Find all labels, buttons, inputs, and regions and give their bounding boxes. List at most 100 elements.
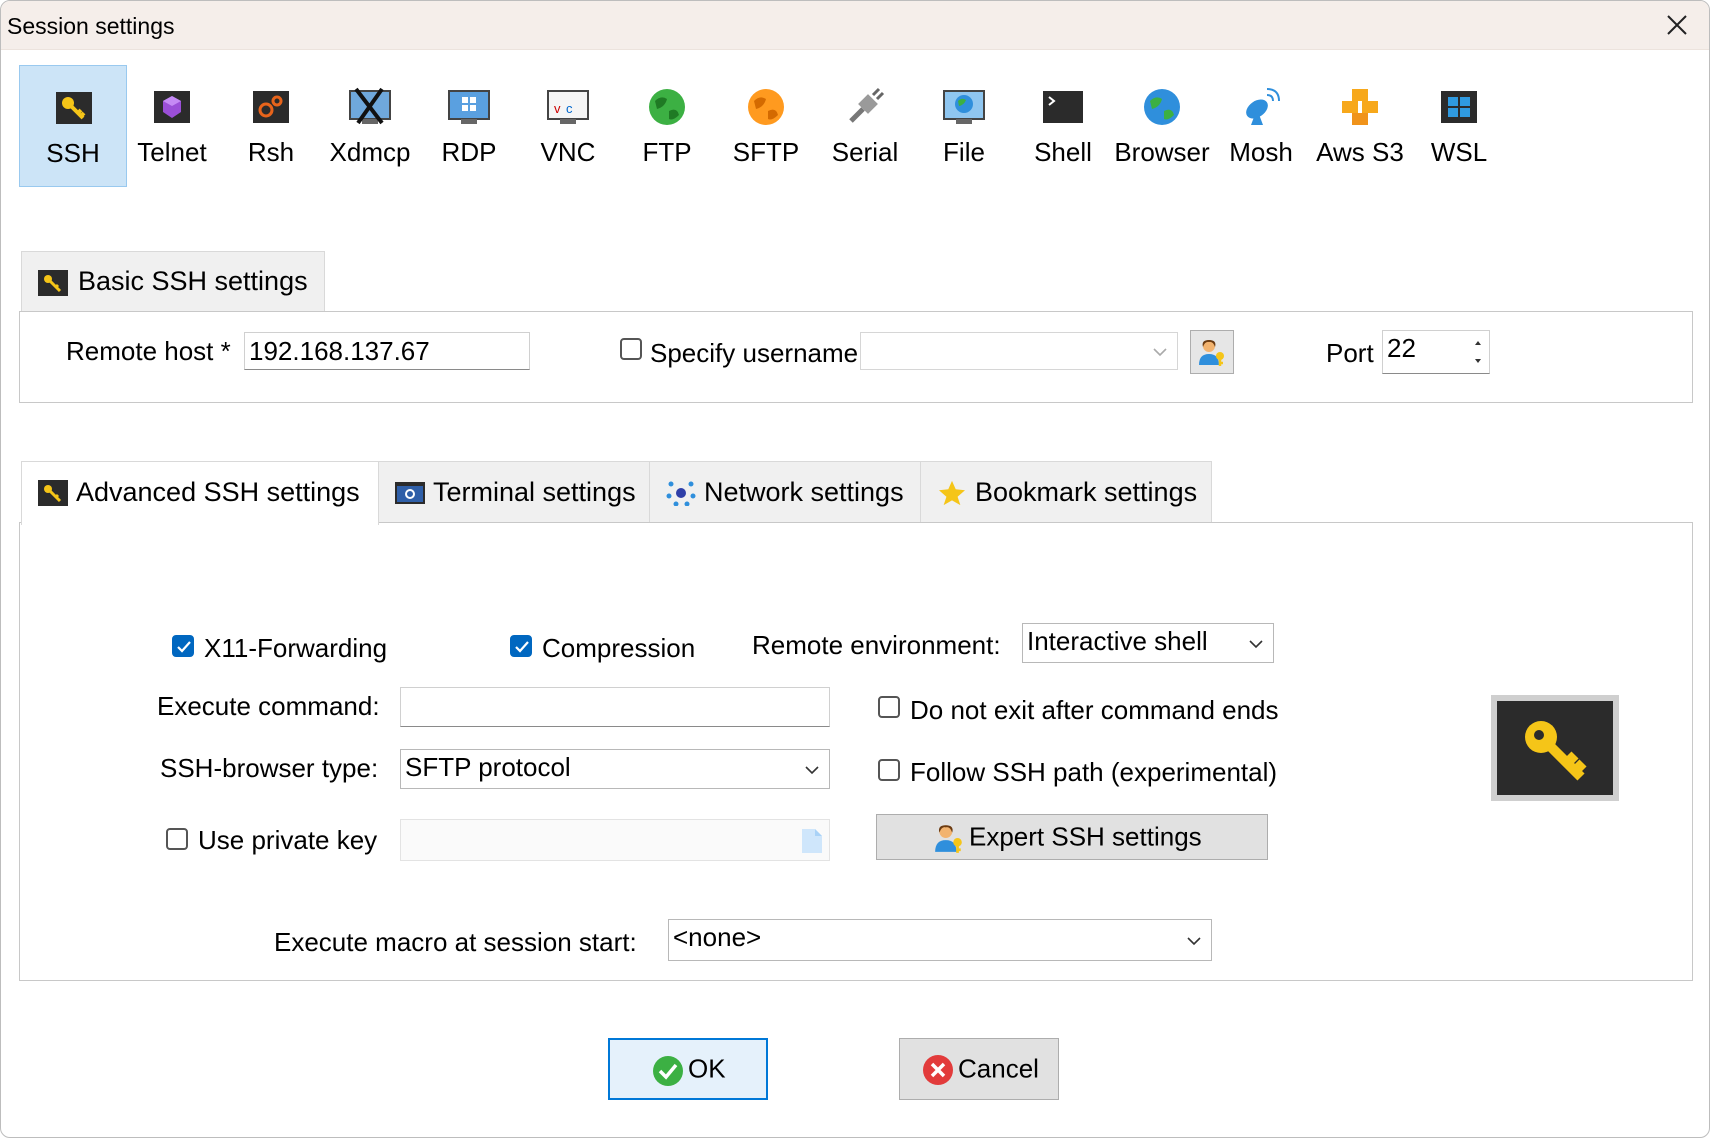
session-type-mosh[interactable]: Mosh bbox=[1207, 65, 1315, 187]
tab-advanced-ssh-settings[interactable]: Advanced SSH settings bbox=[21, 461, 379, 525]
expert-ssh-settings-label: Expert SSH settings bbox=[969, 821, 1202, 852]
ssh-browser-type-label: SSH-browser type: bbox=[160, 753, 379, 783]
execute-command-input[interactable] bbox=[400, 687, 830, 727]
expert-ssh-settings-button[interactable]: Expert SSH settings bbox=[876, 814, 1268, 860]
chevron-down-icon bbox=[1249, 640, 1263, 649]
session-type-ssh[interactable]: SSH bbox=[19, 65, 127, 187]
session-type-browser[interactable]: Browser bbox=[1108, 65, 1216, 187]
rsh-icon bbox=[253, 91, 289, 123]
private-key-path-input[interactable] bbox=[400, 819, 830, 861]
tab-label: Advanced SSH settings bbox=[76, 477, 360, 507]
session-type-label: VNC bbox=[540, 137, 596, 167]
mosh-satellite-icon bbox=[1246, 88, 1280, 125]
cancel-label: Cancel bbox=[958, 1053, 1039, 1084]
session-type-label: WSL bbox=[1430, 137, 1488, 167]
session-type-label: Aws S3 bbox=[1316, 137, 1404, 167]
checkmark-icon bbox=[515, 641, 529, 653]
ssh-browser-type-value: SFTP protocol bbox=[405, 752, 571, 782]
session-type-aws-s3[interactable]: Aws S3 bbox=[1306, 65, 1414, 187]
advanced-settings-panel: X11-Forwarding Compression Remote enviro… bbox=[19, 522, 1693, 981]
chevron-down-icon bbox=[1187, 937, 1201, 946]
session-type-telnet[interactable]: Telnet bbox=[118, 65, 226, 187]
port-label: Port bbox=[1326, 338, 1374, 368]
session-type-label: FTP bbox=[642, 137, 692, 167]
remote-host-input[interactable] bbox=[244, 332, 530, 370]
session-type-ftp[interactable]: FTP bbox=[613, 65, 721, 187]
tab-label: Basic SSH settings bbox=[78, 266, 308, 296]
telnet-icon bbox=[154, 91, 190, 123]
spinner-arrows-icon[interactable] bbox=[1473, 337, 1483, 367]
session-type-label: File bbox=[943, 137, 985, 167]
session-type-serial[interactable]: Serial bbox=[811, 65, 919, 187]
remote-environment-select[interactable]: Interactive shell bbox=[1022, 623, 1274, 663]
port-spinner[interactable]: 22 bbox=[1382, 330, 1490, 374]
execute-macro-select[interactable]: <none> bbox=[668, 919, 1212, 961]
session-type-xdmcp[interactable]: Xdmcp bbox=[316, 65, 424, 187]
session-type-label: Shell bbox=[1034, 137, 1092, 167]
execute-macro-label: Execute macro at session start: bbox=[274, 927, 637, 957]
session-type-label: Telnet bbox=[137, 137, 207, 167]
svg-text:v: v bbox=[554, 101, 561, 116]
compression-label: Compression bbox=[542, 633, 696, 663]
browser-globe-icon bbox=[1144, 89, 1180, 125]
checkmark-icon bbox=[177, 641, 191, 653]
session-type-label: Browser bbox=[1114, 137, 1210, 167]
ssh-key-icon bbox=[38, 270, 68, 296]
key-icon bbox=[1525, 721, 1587, 781]
ssh-browser-type-select[interactable]: SFTP protocol bbox=[400, 749, 830, 789]
tab-label: Bookmark settings bbox=[975, 477, 1198, 507]
session-type-file[interactable]: File bbox=[910, 65, 1018, 187]
do-not-exit-checkbox[interactable] bbox=[878, 696, 900, 718]
x11-forwarding-checkbox[interactable] bbox=[172, 635, 194, 657]
session-type-rsh[interactable]: Rsh bbox=[217, 65, 325, 187]
cancel-circle-icon bbox=[923, 1055, 953, 1085]
use-private-key-checkbox[interactable] bbox=[166, 828, 188, 850]
serial-plug-icon bbox=[849, 87, 885, 123]
shell-terminal-icon bbox=[1043, 91, 1083, 123]
basic-settings-panel: Remote host * Specify username Port 22 bbox=[19, 311, 1693, 403]
port-value: 22 bbox=[1387, 333, 1416, 363]
ftp-globe-icon bbox=[649, 89, 685, 125]
session-type-label: Mosh bbox=[1229, 137, 1293, 167]
network-nodes-icon bbox=[666, 481, 696, 506]
rdp-icon bbox=[448, 90, 490, 124]
follow-ssh-path-checkbox[interactable] bbox=[878, 759, 900, 781]
session-type-wsl[interactable]: WSL bbox=[1405, 65, 1513, 187]
specify-username-checkbox[interactable] bbox=[620, 338, 642, 360]
session-type-sftp[interactable]: SFTP bbox=[712, 65, 820, 187]
tab-basic-ssh-settings: Basic SSH settings bbox=[21, 251, 325, 313]
chevron-down-icon bbox=[1153, 348, 1167, 357]
user-manager-button[interactable] bbox=[1190, 330, 1234, 374]
x11-forwarding-label: X11-Forwarding bbox=[204, 633, 388, 663]
compression-checkbox[interactable] bbox=[510, 635, 532, 657]
tab-terminal-settings[interactable]: Terminal settings bbox=[378, 461, 650, 523]
remote-environment-value: Interactive shell bbox=[1027, 626, 1208, 656]
vnc-icon: v c bbox=[547, 90, 589, 124]
aws-s3-icon bbox=[1342, 89, 1378, 125]
follow-ssh-path-label: Follow SSH path (experimental) bbox=[910, 757, 1278, 787]
tab-network-settings[interactable]: Network settings bbox=[649, 461, 921, 523]
user-key-icon bbox=[935, 825, 962, 853]
username-combo[interactable] bbox=[860, 332, 1178, 370]
session-type-rdp[interactable]: RDP bbox=[415, 65, 523, 187]
user-key-icon bbox=[1199, 340, 1224, 366]
session-type-vnc[interactable]: v c VNC bbox=[514, 65, 622, 187]
session-type-label: SFTP bbox=[732, 137, 800, 167]
ssh-key-icon bbox=[56, 92, 92, 124]
file-monitor-icon bbox=[943, 90, 985, 124]
close-icon[interactable] bbox=[1665, 13, 1689, 37]
ok-label: OK bbox=[688, 1053, 726, 1084]
cancel-button[interactable]: Cancel bbox=[899, 1038, 1059, 1100]
check-circle-icon bbox=[653, 1056, 683, 1086]
ssh-key-large-icon bbox=[1491, 695, 1619, 801]
session-type-label: RDP bbox=[441, 137, 497, 167]
do-not-exit-label: Do not exit after command ends bbox=[910, 695, 1279, 725]
chevron-down-icon bbox=[805, 766, 819, 775]
tab-bookmark-settings[interactable]: Bookmark settings bbox=[920, 461, 1212, 523]
session-type-label: Serial bbox=[831, 137, 899, 167]
window-title: Session settings bbox=[7, 13, 175, 39]
ok-button[interactable]: OK bbox=[608, 1038, 768, 1100]
xdmcp-icon bbox=[349, 87, 391, 125]
file-browse-icon[interactable] bbox=[801, 828, 823, 854]
session-type-shell[interactable]: Shell bbox=[1009, 65, 1117, 187]
